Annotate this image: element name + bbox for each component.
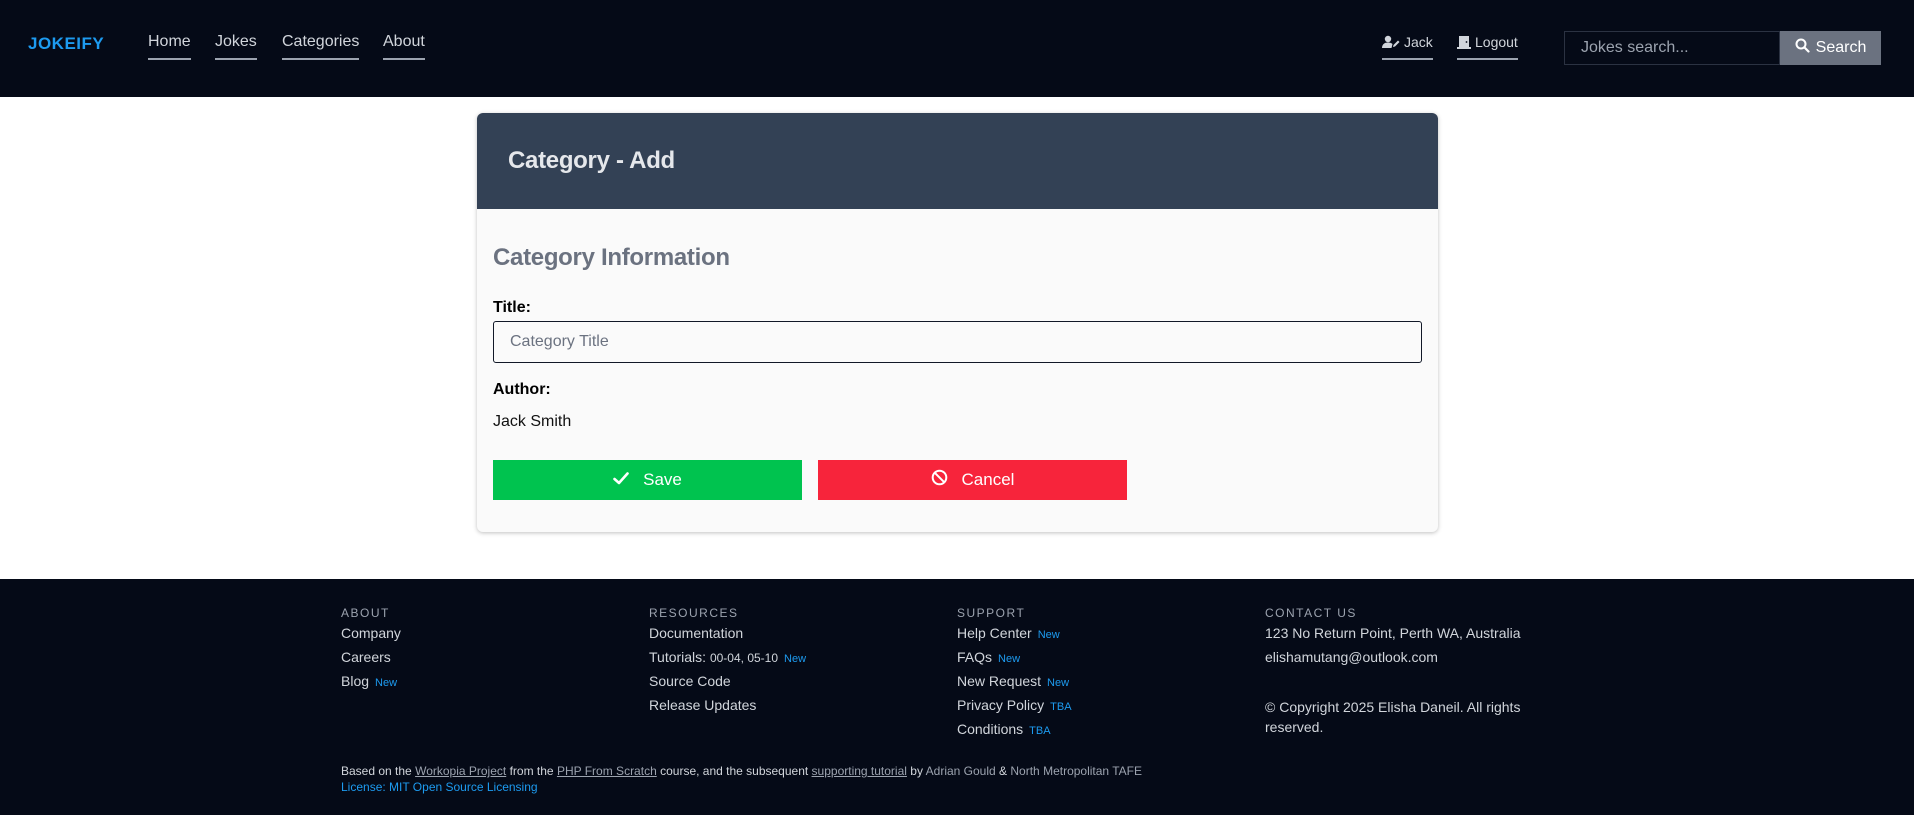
- door-icon: [1457, 35, 1471, 49]
- credits-from-the: from the: [509, 764, 554, 778]
- logout-label: Logout: [1475, 34, 1518, 50]
- help-center-label: Help Center: [957, 625, 1032, 641]
- navbar: JOKEIFY Home Jokes Categories About Jack…: [0, 0, 1914, 97]
- new-badge: New: [1037, 629, 1060, 641]
- credits-text: Based on the Workopia Project from the P…: [341, 763, 1142, 795]
- conditions-label: Conditions: [957, 721, 1024, 737]
- faqs-label: FAQs: [957, 649, 993, 665]
- footer-contact-column: CONTACT US 123 No Return Point, Perth WA…: [1265, 606, 1535, 737]
- footer-contact-heading: CONTACT US: [1265, 606, 1357, 620]
- license-link[interactable]: License: MIT Open Source Licensing: [341, 779, 1142, 795]
- footer-link-release-updates[interactable]: Release Updates: [649, 697, 806, 721]
- ban-icon: [931, 469, 948, 491]
- cancel-button-label: Cancel: [961, 470, 1015, 489]
- footer-link-careers[interactable]: Careers: [341, 649, 401, 673]
- footer-link-blog[interactable]: Blog New: [341, 673, 401, 697]
- copyright-text: © Copyright 2025 Elisha Daneil. All righ…: [1265, 699, 1521, 735]
- user-name-label: Jack: [1404, 34, 1433, 50]
- nav-link-home[interactable]: Home: [148, 33, 191, 60]
- search-button[interactable]: Search: [1780, 31, 1881, 65]
- category-add-card: Category - Add Category Information Titl…: [477, 113, 1438, 532]
- logout-link[interactable]: Logout: [1457, 34, 1518, 60]
- nav-link-jokes[interactable]: Jokes: [215, 33, 257, 60]
- privacy-policy-label: Privacy Policy: [957, 697, 1045, 713]
- blog-label: Blog: [341, 673, 370, 689]
- footer-link-new-request[interactable]: New Request New: [957, 673, 1072, 697]
- footer-resources-column: RESOURCES Documentation Tutorials: 00-04…: [649, 606, 806, 721]
- footer-link-privacy-policy[interactable]: Privacy Policy TBA: [957, 697, 1072, 721]
- search-button-label: Search: [1815, 39, 1867, 56]
- contact-address: 123 No Return Point, Perth WA, Australia: [1265, 625, 1521, 641]
- credits-amp: &: [999, 764, 1008, 778]
- footer-resources-heading: RESOURCES: [649, 606, 739, 620]
- check-icon: [613, 470, 629, 490]
- new-badge: New: [1047, 677, 1070, 689]
- card-header: Category - Add: [477, 113, 1438, 209]
- title-field-label: Title:: [493, 299, 531, 316]
- credits-line: Based on the Workopia Project from the P…: [341, 763, 1142, 779]
- nav-link-about[interactable]: About: [383, 33, 425, 60]
- tba-badge: TBA: [1029, 725, 1051, 737]
- tutorials-value: 00-04, 05-10: [709, 651, 779, 665]
- tba-badge: TBA: [1050, 701, 1072, 713]
- new-badge: New: [375, 677, 398, 689]
- save-button-label: Save: [643, 470, 682, 489]
- footer-support-column: SUPPORT Help Center New FAQs New New Reque…: [957, 606, 1072, 745]
- user-profile-link[interactable]: Jack: [1382, 34, 1433, 60]
- footer-link-tutorials[interactable]: Tutorials: 00-04, 05-10 New: [649, 649, 806, 673]
- footer-link-source-code[interactable]: Source Code: [649, 673, 806, 697]
- credits-by: by: [910, 764, 923, 778]
- new-badge: New: [784, 653, 807, 665]
- credits-course-text: course, and the subsequent: [660, 764, 809, 778]
- footer-about-heading: ABOUT: [341, 606, 390, 620]
- user-pen-icon: [1382, 35, 1400, 49]
- nav-link-categories[interactable]: Categories: [282, 33, 360, 60]
- footer-link-help-center[interactable]: Help Center New: [957, 625, 1072, 649]
- footer-link-faqs[interactable]: FAQs New: [957, 649, 1072, 673]
- new-badge: New: [998, 653, 1021, 665]
- page-title: Category - Add: [508, 147, 675, 174]
- workopia-project-link[interactable]: Workopia Project: [415, 764, 506, 778]
- author-value: Jack Smith: [493, 413, 572, 430]
- contact-email[interactable]: elishamutang@outlook.com: [1265, 649, 1535, 673]
- credits-institution: North Metropolitan TAFE: [1010, 764, 1142, 778]
- supporting-tutorial-link[interactable]: supporting tutorial: [812, 764, 907, 778]
- footer: ABOUT Company Careers Blog New RESOURCES …: [0, 579, 1914, 815]
- save-button[interactable]: Save: [493, 460, 802, 500]
- magnifier-icon: [1795, 38, 1810, 58]
- cancel-button[interactable]: Cancel: [818, 460, 1127, 500]
- footer-support-heading: SUPPORT: [957, 606, 1026, 620]
- section-title: Category Information: [493, 244, 730, 271]
- search-input[interactable]: [1564, 31, 1780, 65]
- footer-link-conditions[interactable]: Conditions TBA: [957, 721, 1072, 745]
- footer-about-column: ABOUT Company Careers Blog New: [341, 606, 401, 697]
- credits-based-on: Based on the: [341, 764, 412, 778]
- title-input[interactable]: [493, 321, 1422, 363]
- php-from-scratch-link[interactable]: PHP From Scratch: [557, 764, 657, 778]
- brand-logo[interactable]: JOKEIFY: [28, 34, 104, 54]
- tutorials-label: Tutorials:: [649, 649, 707, 665]
- credits-author: Adrian Gould: [925, 764, 996, 778]
- footer-link-documentation[interactable]: Documentation: [649, 625, 806, 649]
- author-field-label: Author:: [493, 381, 551, 398]
- footer-link-company[interactable]: Company: [341, 625, 401, 649]
- new-request-label: New Request: [957, 673, 1042, 689]
